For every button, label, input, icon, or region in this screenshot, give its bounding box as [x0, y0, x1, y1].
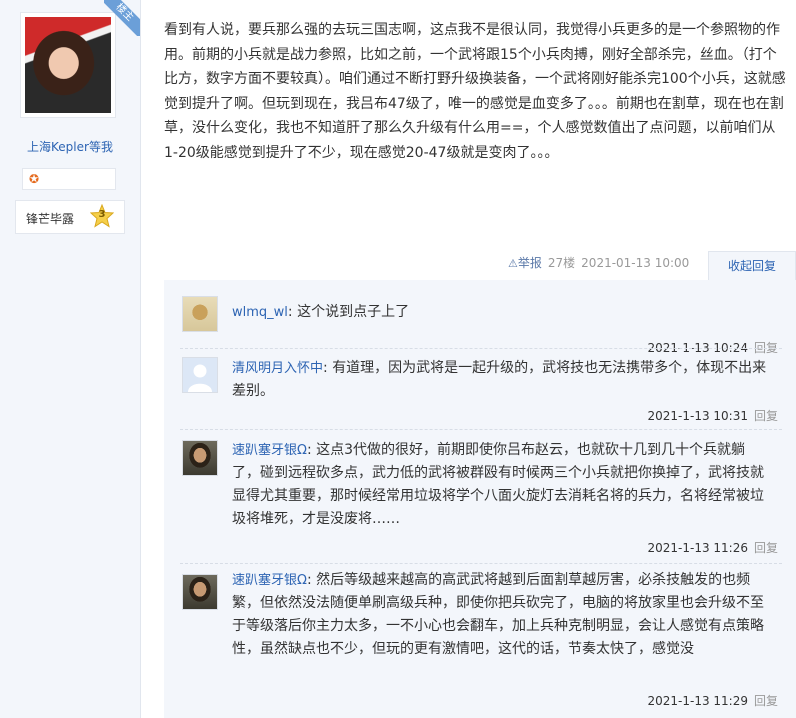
- rank-star-icon: 3: [90, 204, 114, 228]
- warning-icon[interactable]: ⚠: [508, 257, 518, 270]
- medal-box: ✪: [22, 168, 116, 190]
- collapse-replies-button[interactable]: 收起回复: [708, 251, 796, 281]
- rank-box: 锋芒毕露 3: [15, 200, 125, 234]
- author-avatar-frame[interactable]: [20, 12, 116, 118]
- omega-icon: Ω: [297, 573, 307, 588]
- reply-list: wlmq_wl: 这个说到点子上了 2021-1-13 10:24 回复 清风明月…: [164, 280, 796, 718]
- reply-time: 2021-1-13 10:31: [647, 409, 748, 423]
- cartoon-avatar[interactable]: [182, 296, 218, 332]
- reply-divider: [180, 563, 782, 564]
- floor-owner-badge: 楼主: [104, 0, 140, 36]
- reply-time: 2021-1-13 11:26: [647, 541, 748, 555]
- post-meta: ⚠举报 27楼 2021-01-13 10:00: [508, 254, 689, 274]
- reply-meta: 2021-1-13 11:29 回复: [647, 692, 778, 709]
- reply-meta: 2021-1-13 11:26 回复: [647, 539, 778, 556]
- reply-time: 2021-1-13 11:29: [647, 694, 748, 708]
- rank-title: 锋芒毕露: [26, 212, 75, 226]
- default-avatar[interactable]: [182, 357, 218, 393]
- photo-avatar[interactable]: [182, 574, 218, 610]
- reply-content: 这个说到点子上了: [297, 304, 410, 320]
- reply-separator: :: [306, 442, 317, 458]
- reply-button[interactable]: 回复: [754, 409, 778, 423]
- reply-button[interactable]: 回复: [754, 541, 778, 555]
- report-link[interactable]: 举报: [518, 256, 542, 270]
- post-content: 看到有人说，要兵那么强的去玩三国志啊，这点我不是很认同，我觉得小兵更多的是一个参…: [164, 22, 786, 161]
- floor-owner-label: 楼主: [104, 0, 140, 36]
- omega-icon: Ω: [297, 443, 307, 458]
- reply-username[interactable]: 清风明月入怀中: [232, 361, 323, 376]
- reply-separator: :: [287, 304, 298, 320]
- reply-text: wlmq_wl: 这个说到点子上了: [232, 301, 772, 324]
- reply-text: 速趴塞牙银Ω: 然后等级越来越高的高武武将越到后面割草越厉害，必杀技触发的也频繁…: [232, 569, 772, 661]
- reply-divider: [180, 348, 782, 349]
- reply-divider: [180, 429, 782, 430]
- author-sidebar: 楼主 上海Kepler等我 ✪ 锋芒毕露 3: [0, 0, 141, 718]
- reply-text: 速趴塞牙银Ω: 这点3代做的很好，前期即使你吕布赵云，也就砍十几到几十个兵就躺了…: [232, 439, 772, 531]
- floor-number: 27楼: [547, 256, 576, 270]
- author-avatar[interactable]: [25, 17, 111, 113]
- rank-level: 3: [98, 209, 106, 220]
- reply-meta: 2021-1-13 10:31 回复: [647, 407, 778, 424]
- medal-icon[interactable]: ✪: [29, 172, 39, 186]
- photo-avatar[interactable]: [182, 440, 218, 476]
- reply-separator: :: [306, 572, 317, 588]
- reply-username[interactable]: 速趴塞牙银: [232, 573, 297, 588]
- reply-text: 清风明月入怀中: 有道理，因为武将是一起升级的，武将技也无法携带多个，体现不出来…: [232, 357, 772, 403]
- reply-username[interactable]: 速趴塞牙银: [232, 443, 297, 458]
- reply-button[interactable]: 回复: [754, 694, 778, 708]
- reply-username[interactable]: wlmq_wl: [232, 305, 288, 320]
- reply-separator: :: [323, 360, 333, 376]
- author-username[interactable]: 上海Kepler等我: [0, 138, 140, 155]
- post-time: 2021-01-13 10:00: [581, 256, 690, 270]
- default-user-icon: [183, 358, 217, 392]
